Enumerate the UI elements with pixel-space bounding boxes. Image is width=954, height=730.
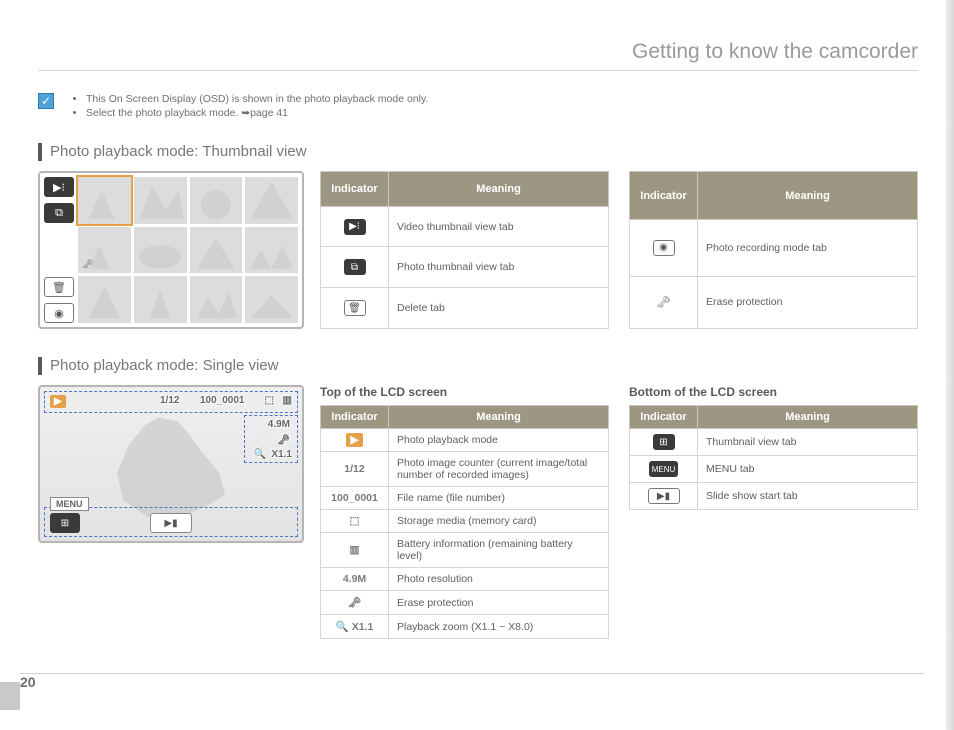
meaning-cell: Photo resolution	[389, 568, 609, 591]
thumbnail[interactable]: 🗝	[78, 227, 131, 274]
thumbnail[interactable]	[134, 276, 187, 323]
thumbnail-tab-indicator: ⊞	[653, 434, 675, 450]
meaning-cell: Photo image counter (current image/total…	[389, 452, 609, 487]
photo-thumb-tab-icon[interactable]: ⧉	[44, 203, 74, 223]
meaning-cell: Delete tab	[389, 288, 609, 329]
meaning-cell: Slide show start tab	[698, 483, 918, 510]
menu-tab[interactable]: MENU	[50, 497, 89, 511]
th-indicator: Indicator	[321, 172, 389, 207]
counter-indicator: 1/12	[344, 463, 364, 475]
thumbnail[interactable]	[245, 276, 298, 323]
page-number: 20	[20, 674, 36, 690]
file-name: 100_0001	[200, 395, 245, 406]
erase-protection-icon: 🗝	[656, 295, 671, 309]
indicator-table-2: Indicator Meaning ◉ Photo recording mode …	[629, 171, 918, 329]
meaning-cell: File name (file number)	[389, 487, 609, 510]
notes-row: ✓ This On Screen Display (OSD) is shown …	[38, 93, 918, 121]
meaning-cell: MENU tab	[698, 456, 918, 483]
meaning-cell: Erase protection	[698, 276, 918, 328]
th-meaning: Meaning	[698, 406, 918, 429]
thumbnail-view-tab[interactable]: ⊞	[50, 513, 80, 533]
resolution-indicator: 4.9M	[343, 573, 366, 585]
battery-icon: ▥	[283, 395, 292, 406]
erase-protection-icon: 🗝	[277, 435, 290, 446]
photo-thumb-tab-icon: ⧉	[344, 259, 366, 275]
footer-rule	[20, 673, 924, 674]
delete-tab-icon[interactable]: 🗑	[44, 277, 74, 297]
video-thumb-tab-icon[interactable]: ▶⁝	[44, 177, 74, 197]
meaning-cell: Erase protection	[389, 591, 609, 615]
section-title-single: Photo playback mode: Single view	[38, 357, 918, 375]
th-indicator: Indicator	[630, 172, 698, 220]
slideshow-tab[interactable]: ▶▮	[150, 513, 192, 533]
zoom-label: X1.1	[271, 449, 292, 460]
page-gutter	[946, 0, 954, 730]
th-indicator: Indicator	[321, 406, 389, 429]
note-item: This On Screen Display (OSD) is shown in…	[86, 93, 428, 105]
meaning-cell: Photo thumbnail view tab	[389, 247, 609, 288]
photo-rec-tab-icon[interactable]: ◉	[44, 303, 74, 323]
col-heading-top: Top of the LCD screen	[320, 385, 609, 399]
erase-protection-icon: 🗝	[82, 259, 93, 270]
indicator-table-1: Indicator Meaning ▶⁝ Video thumbnail view…	[320, 171, 609, 329]
meaning-cell: Thumbnail view tab	[698, 429, 918, 456]
meaning-cell: Photo playback mode	[389, 429, 609, 452]
image-counter: 1/12	[160, 395, 179, 406]
meaning-cell: Photo recording mode tab	[698, 220, 918, 277]
play-mode-icon: ▶	[346, 433, 362, 447]
zoom-indicator: 🔍 X1.1	[336, 621, 374, 633]
lcd-thumbnail-view: ▶⁝ ⧉ 🗑 ◉ 🗝	[38, 171, 304, 329]
slideshow-tab-indicator: ▶▮	[648, 488, 680, 504]
meaning-cell: Playback zoom (X1.1 ~ X8.0)	[389, 615, 609, 639]
thumbnail[interactable]	[245, 227, 298, 274]
side-tab	[0, 682, 20, 710]
th-meaning: Meaning	[698, 172, 918, 220]
video-thumb-tab-icon: ▶⁝	[344, 219, 366, 235]
photo-silhouette	[111, 412, 231, 522]
meaning-cell: Storage media (memory card)	[389, 510, 609, 533]
check-icon: ✓	[38, 93, 54, 109]
section-title-thumb: Photo playback mode: Thumbnail view	[38, 143, 918, 161]
col-heading-bottom: Bottom of the LCD screen	[629, 385, 918, 399]
resolution-label: 4.9M	[268, 419, 290, 430]
play-mode-icon: ▶	[50, 395, 66, 408]
notes-list: This On Screen Display (OSD) is shown in…	[64, 93, 428, 121]
meaning-cell: Video thumbnail view tab	[389, 206, 609, 247]
delete-tab-icon: 🗑	[344, 300, 366, 316]
meaning-cell: Battery information (remaining battery l…	[389, 533, 609, 568]
thumbnail[interactable]	[245, 177, 298, 224]
thumbnail[interactable]	[78, 177, 131, 224]
storage-icon: ⬚	[265, 395, 274, 406]
thumbnail[interactable]	[134, 227, 187, 274]
th-meaning: Meaning	[389, 172, 609, 207]
note-item: Select the photo playback mode. ➥page 41	[86, 107, 428, 119]
lcd-single-view: ▶ 1/12 100_0001 ⬚ ▥ 4.9M 🗝 🔍 X1.1 ⊞ MENU…	[38, 385, 304, 543]
storage-indicator: ⬚	[350, 515, 360, 527]
menu-tab-indicator: MENU	[649, 461, 679, 477]
thumbnail[interactable]	[190, 177, 243, 224]
thumbnail[interactable]	[190, 276, 243, 323]
zoom-icon: 🔍	[254, 449, 266, 460]
page-title: Getting to know the camcorder	[38, 40, 918, 71]
filename-indicator: 100_0001	[331, 492, 378, 504]
erase-protection-indicator: 🗝	[348, 597, 361, 609]
thumbnail[interactable]	[190, 227, 243, 274]
photo-rec-tab-icon: ◉	[653, 240, 675, 256]
battery-indicator: ▥	[350, 544, 360, 556]
indicator-table-top: Indicator Meaning ▶ Photo playback mode 1…	[320, 405, 609, 639]
th-indicator: Indicator	[630, 406, 698, 429]
thumbnail[interactable]	[78, 276, 131, 323]
thumbnail[interactable]	[134, 177, 187, 224]
indicator-table-bottom: Indicator Meaning ⊞ Thumbnail view tab ME…	[629, 405, 918, 510]
th-meaning: Meaning	[389, 406, 609, 429]
